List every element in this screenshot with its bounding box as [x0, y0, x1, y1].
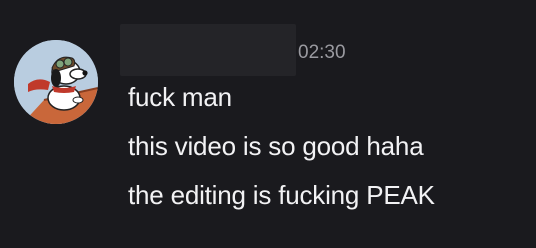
user-avatar[interactable] [14, 40, 98, 124]
username-redacted[interactable] [120, 24, 296, 76]
snoopy-avatar-icon [14, 40, 98, 124]
message-timestamp: 02:30 [298, 42, 346, 63]
message-content: fuck man this video is so good haha the … [128, 80, 435, 227]
message-line: the editing is fucking PEAK [128, 180, 435, 210]
message-line: fuck man [128, 82, 232, 112]
message-line: this video is so good haha [128, 131, 424, 161]
chat-message: 02:30 fuck man this video is so good hah… [0, 0, 536, 248]
